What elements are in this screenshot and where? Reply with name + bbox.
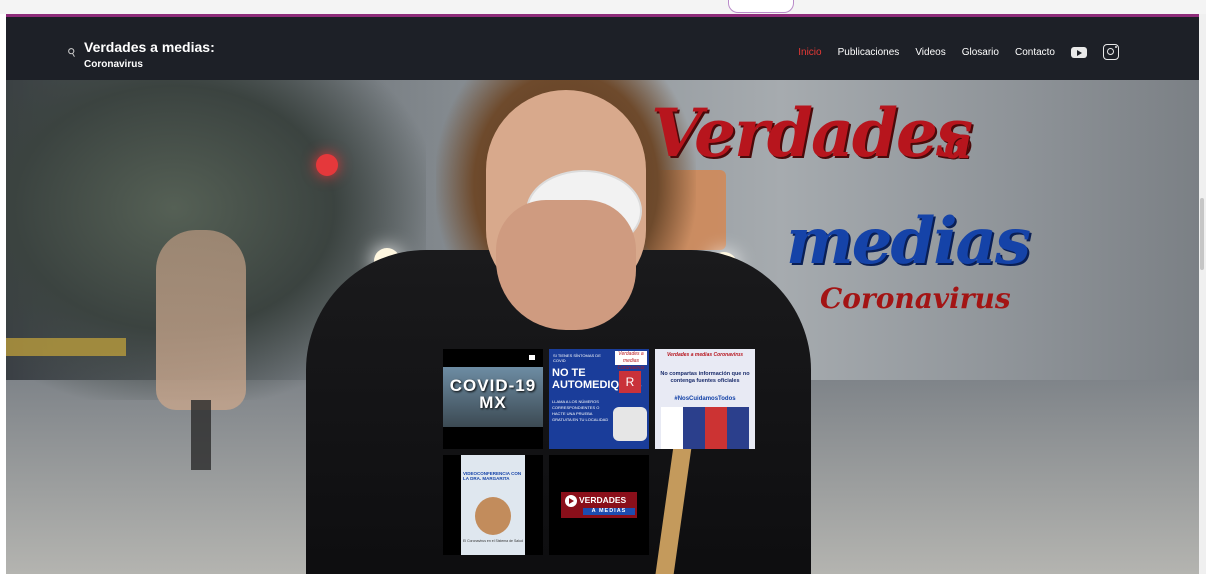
gallery-tile-videoconferencia[interactable]: VIDEOCONFERENCIA CON LA DRA. MARGARITA E…	[443, 455, 543, 555]
nav-publicaciones[interactable]: Publicaciones	[838, 47, 900, 58]
gallery-tile-verdades-video[interactable]: VERDADES A MEDIAS	[549, 455, 649, 555]
woman-hand	[496, 200, 636, 330]
rx-icon: R	[619, 371, 641, 393]
gallery-tile-automedicacion[interactable]: SI TIENES SÍNTOMAS DE COVID NO TE AUTOME…	[549, 349, 649, 449]
pedestrian-figure	[156, 230, 246, 410]
covid-tile-text: COVID-19 MX	[443, 377, 543, 411]
browser-top-strip	[0, 0, 1206, 14]
website: ⚲ Verdades a medias: Coronavirus Inicio …	[6, 14, 1199, 574]
people-illustration	[661, 407, 749, 449]
curb-stripe	[6, 338, 126, 356]
tile2-headline: NO TE AUTOMEDIQUES	[552, 367, 642, 391]
covid-tile-line1: COVID-19	[449, 376, 537, 395]
nav-contacto[interactable]: Contacto	[1015, 47, 1055, 58]
tile3-brand: Verdades a medias Coronavirus	[667, 352, 743, 358]
pedestrian-legs	[191, 400, 211, 470]
tile5-line1: VERDADES	[579, 495, 627, 505]
tile4-footer: El Coronavirus en el Sistema de Salud	[463, 539, 523, 543]
play-icon	[565, 495, 577, 507]
hero-title-coronavirus: Coronavirus	[820, 282, 1011, 315]
hero-title-medias: medias	[786, 204, 1031, 279]
pin-icon: ⚲	[65, 45, 79, 61]
nav-glosario[interactable]: Glosario	[962, 47, 999, 58]
traffic-light	[316, 154, 338, 176]
tile3-hashtag: #NosCuidamosTodos	[674, 396, 736, 402]
tile2-body: LLAMA A LOS NÚMEROS CORRESPONDIENTES O H…	[552, 399, 609, 422]
nav-videos[interactable]: Videos	[915, 47, 945, 58]
main-nav: Inicio Publicaciones Videos Glosario Con…	[798, 44, 1119, 60]
hero-banner: Verdades a medias Coronavirus COVID-19 M…	[6, 80, 1199, 574]
hero-title-verdades: Verdades	[651, 94, 973, 172]
pills-icon	[613, 407, 647, 441]
instagram-icon[interactable]	[1103, 44, 1119, 60]
tile2-top-text: SI TIENES SÍNTOMAS DE COVID	[553, 353, 601, 363]
youtube-icon[interactable]	[1071, 46, 1087, 58]
tile4-title: VIDEOCONFERENCIA CON LA DRA. MARGARITA	[463, 471, 522, 481]
brand-title[interactable]: Verdades a medias:	[84, 39, 215, 55]
brand-subtitle[interactable]: Coronavirus	[84, 59, 143, 70]
site-header: ⚲ Verdades a medias: Coronavirus Inicio …	[6, 14, 1199, 80]
instagram-gallery: COVID-19 MX SI TIENES SÍNTOMAS DE COVID …	[443, 349, 759, 559]
page-scrollbar[interactable]	[1199, 14, 1206, 574]
gallery-tile-fuentes[interactable]: Verdades a medias Coronavirus No compart…	[655, 349, 755, 449]
gallery-tile-covid19[interactable]: COVID-19 MX	[443, 349, 543, 449]
tile2-badge: Verdades a medias Coronavirus	[615, 351, 647, 371]
speaker-portrait	[475, 497, 511, 535]
nav-inicio[interactable]: Inicio	[798, 47, 821, 58]
covid-tile-line2: MX	[479, 393, 507, 412]
tile5-line2: A MEDIAS	[583, 508, 635, 515]
tile3-message: No compartas información que no contenga…	[660, 371, 750, 384]
top-tab-handle[interactable]	[728, 0, 794, 13]
hero-title-a: a	[944, 118, 973, 169]
video-icon	[529, 355, 535, 360]
scrollbar-thumb[interactable]	[1200, 198, 1204, 270]
